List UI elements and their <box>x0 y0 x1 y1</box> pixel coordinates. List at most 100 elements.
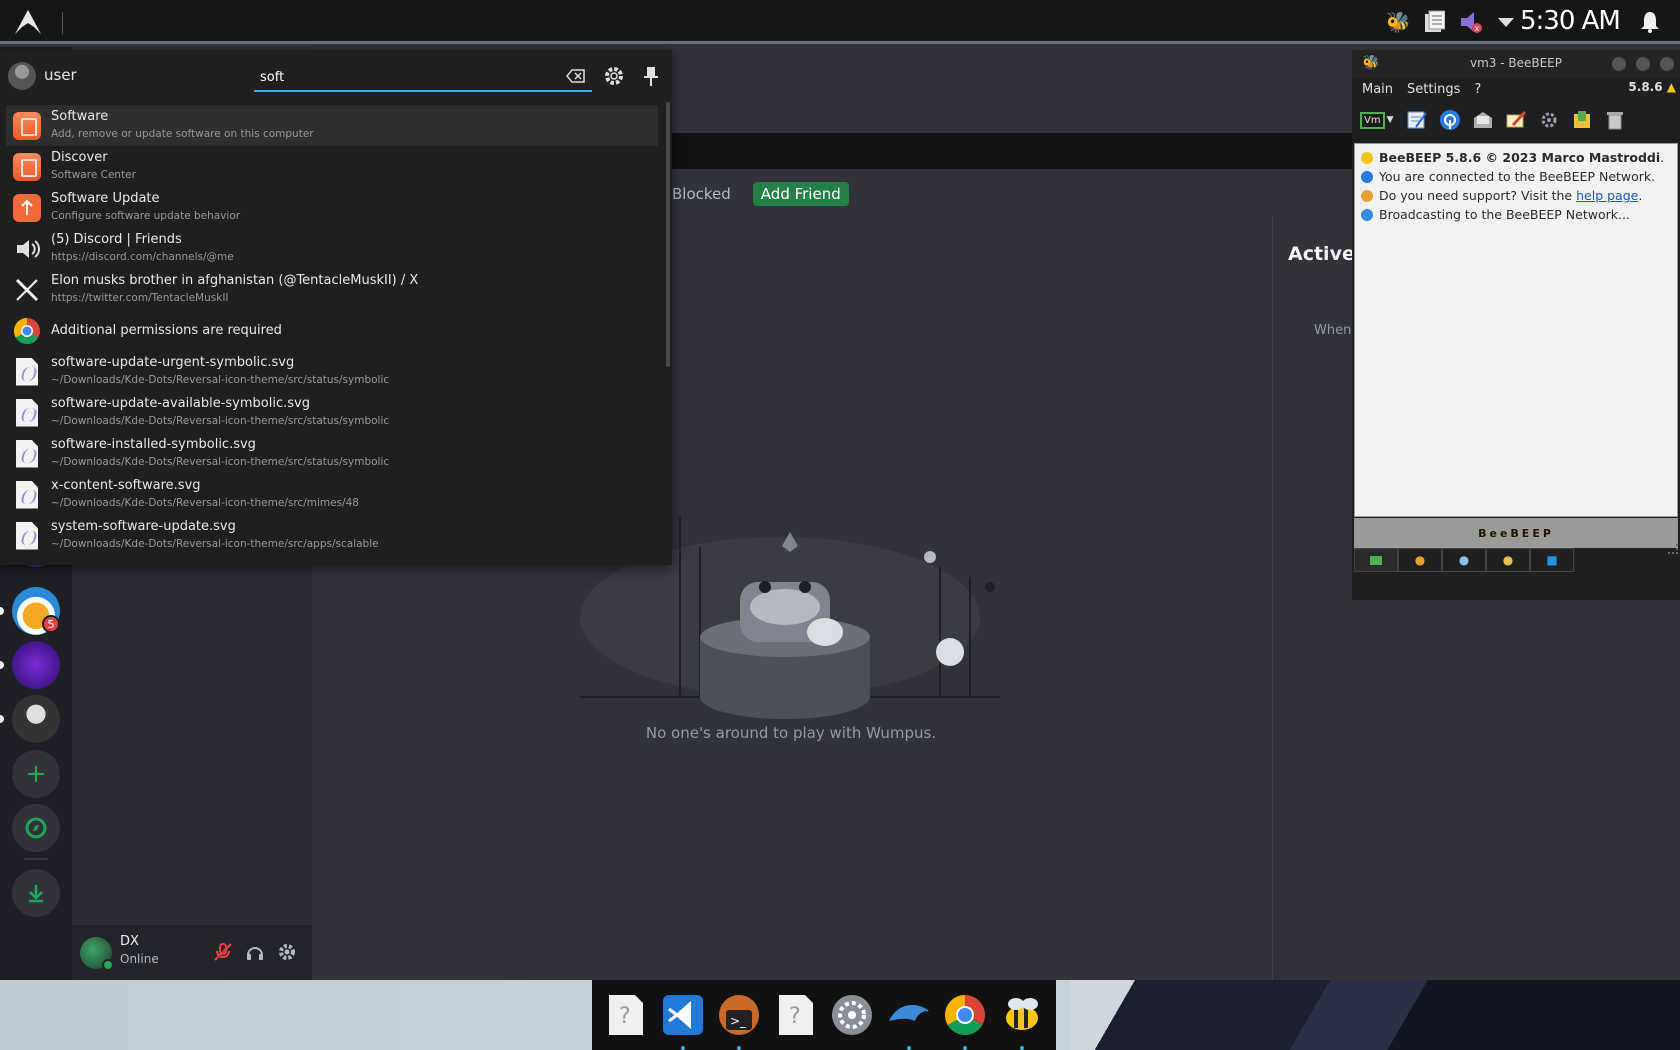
search-box[interactable] <box>254 62 592 92</box>
top-panel: 🐝 x 5:30 AM <box>0 0 1680 44</box>
result-subtitle: ~/Downloads/Kde-Dots/Reversal-icon-theme… <box>51 415 390 427</box>
clear-search-icon[interactable] <box>566 68 586 84</box>
beebeep-tray-icon[interactable]: 🐝 <box>1384 8 1412 36</box>
svg-text:x: x <box>1475 24 1480 33</box>
resize-grip[interactable] <box>1668 544 1678 554</box>
result-item[interactable]: software-update-available-symbolic.svg ~… <box>6 392 658 433</box>
vscode-icon[interactable] <box>660 992 706 1050</box>
result-item[interactable]: Discover Software Center <box>6 146 658 187</box>
result-title: x-content-software.svg <box>51 478 201 493</box>
result-item[interactable]: Software Update Configure software updat… <box>6 187 658 228</box>
result-item[interactable]: Elon musks brother in afghanistan (@Tent… <box>6 269 658 310</box>
tab-files-icon[interactable]: ■ <box>1530 548 1574 572</box>
configure-gear-icon[interactable] <box>603 65 625 87</box>
add-server-icon[interactable]: + <box>12 750 60 798</box>
vm-workgroup-button[interactable]: Vm ▼ <box>1360 108 1396 132</box>
tab-blocked[interactable]: Blocked <box>672 185 731 203</box>
tab-groups-icon[interactable]: ● <box>1442 548 1486 572</box>
running-indicator <box>906 1046 911 1050</box>
empty-state-text: No one's around to play with Wumpus. <box>645 724 937 742</box>
offline-messages-icon[interactable] <box>1471 108 1495 132</box>
mic-muted-icon[interactable] <box>212 941 234 963</box>
running-indicator <box>1019 1046 1024 1050</box>
copyright-text: BeeBEEP 5.8.6 © 2023 Marco Mastroddi <box>1379 150 1661 165</box>
result-item[interactable]: x-content-software.svg ~/Downloads/Kde-D… <box>6 474 658 515</box>
headphones-icon[interactable] <box>244 941 266 963</box>
user-settings-gear-icon[interactable] <box>276 941 298 963</box>
version-label: 5.8.6 ▲ <box>1628 80 1676 94</box>
app-launcher-button[interactable] <box>0 0 56 44</box>
menu-main[interactable]: Main <box>1362 82 1393 97</box>
network-status-icon[interactable] <box>1438 108 1462 132</box>
file-share-icon[interactable] <box>1570 108 1594 132</box>
add-friend-button[interactable]: Add Friend <box>752 182 849 206</box>
support-text-end: . <box>1638 188 1643 203</box>
unread-indicator <box>0 607 4 615</box>
svg-text:?: ? <box>789 1004 801 1029</box>
user-panel: DX Online <box>72 925 312 980</box>
svg-file-icon <box>13 480 41 509</box>
unread-indicator <box>0 715 4 723</box>
unknown-app-icon[interactable]: ? <box>773 992 819 1038</box>
result-title: software-update-available-symbolic.svg <box>51 396 310 411</box>
menu-settings[interactable]: Settings <box>1407 82 1460 97</box>
chat-line: You are connected to the BeeBEEP Network… <box>1361 167 1671 186</box>
minimize-button[interactable] <box>1612 57 1626 71</box>
write-message-icon[interactable] <box>1504 108 1528 132</box>
tab-users-icon[interactable]: ● <box>1398 548 1442 572</box>
close-button[interactable] <box>1660 57 1674 71</box>
system-settings-icon[interactable] <box>829 992 875 1038</box>
chat-log[interactable]: BeeBEEP 5.8.6 © 2023 Marco Mastroddi. Yo… <box>1354 143 1678 517</box>
result-item[interactable]: software-installed-symbolic.svg ~/Downlo… <box>6 433 658 474</box>
expand-arrow-icon[interactable] <box>1492 8 1520 36</box>
edit-profile-icon[interactable] <box>1405 108 1429 132</box>
unread-indicator <box>0 661 4 669</box>
result-item[interactable]: software-update-urgent-symbolic.svg ~/Do… <box>6 351 658 392</box>
result-subtitle: https://discord.com/channels/@me <box>51 251 234 263</box>
server-icon[interactable] <box>12 641 60 689</box>
broadcast-text: Broadcasting to the BeeBEEP Network... <box>1379 207 1630 222</box>
explore-icon[interactable] <box>12 804 60 852</box>
tab-network-icon[interactable]: ● <box>1486 548 1530 572</box>
chat-line: Do you need support? Visit the help page… <box>1361 186 1671 205</box>
window-titlebar[interactable]: 🐝 vm3 - BeeBEEP <box>1352 50 1680 78</box>
connected-text: You are connected to the BeeBEEP Network… <box>1379 169 1656 184</box>
clipboard-icon[interactable] <box>1420 8 1448 36</box>
tab-chat-icon[interactable] <box>1354 548 1398 572</box>
maximize-button[interactable] <box>1636 57 1650 71</box>
pin-icon[interactable] <box>640 65 662 87</box>
chrome-icon[interactable] <box>942 992 988 1050</box>
result-title: Software <box>51 109 109 124</box>
results-scrollbar[interactable] <box>666 102 670 367</box>
user-status-text: Online <box>120 952 159 966</box>
dolphin-icon[interactable] <box>886 992 932 1050</box>
result-item[interactable]: system-software-update.svg ~/Downloads/K… <box>6 515 658 556</box>
help-page-link[interactable]: help page <box>1576 186 1638 205</box>
notification-bell-icon[interactable] <box>1638 10 1664 36</box>
chrome-icon <box>13 317 41 345</box>
result-title: software-installed-symbolic.svg <box>51 437 256 452</box>
bee-icon <box>1361 151 1373 164</box>
svg-file-icon <box>13 398 41 427</box>
chat-line: Broadcasting to the BeeBEEP Network... <box>1361 205 1671 224</box>
result-item[interactable]: Software Add, remove or update software … <box>6 105 658 146</box>
search-input[interactable] <box>260 66 550 88</box>
unknown-app-icon[interactable]: ? <box>603 992 649 1038</box>
search-results: Software Add, remove or update software … <box>6 105 658 556</box>
active-now-subtitle: When <box>1314 323 1352 338</box>
user-avatar[interactable] <box>8 62 36 90</box>
result-item[interactable]: Additional permissions are required <box>6 310 658 351</box>
trash-icon[interactable] <box>1603 108 1627 132</box>
menu-help[interactable]: ? <box>1474 82 1481 97</box>
mic-muted-icon[interactable]: x <box>1456 8 1484 36</box>
terminal-icon[interactable]: >_ <box>716 992 762 1050</box>
discover-icon <box>13 152 41 181</box>
clock[interactable]: 5:30 AM <box>1520 6 1621 36</box>
svg-text:>_: >_ <box>730 1014 747 1028</box>
download-apps-icon[interactable] <box>12 869 60 917</box>
beebeep-icon[interactable] <box>999 992 1045 1050</box>
plugins-icon[interactable] <box>1537 108 1561 132</box>
result-item[interactable]: (5) Discord | Friends https://discord.co… <box>6 228 658 269</box>
username: DX <box>120 934 139 949</box>
beebeep-brand-bar: BeeBEEP <box>1354 518 1678 548</box>
